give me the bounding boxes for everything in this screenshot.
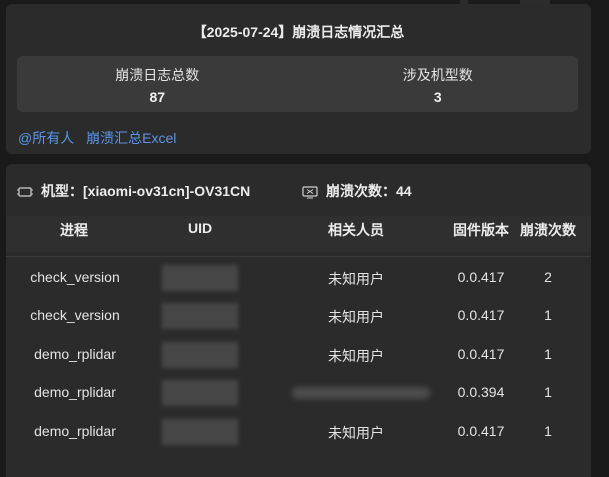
table-header: 进程 UID 相关人员 固件版本 崩溃次数	[6, 216, 591, 252]
cell-version: 0.0.417	[457, 307, 505, 323]
cell-count: 2	[544, 269, 552, 285]
header-count: 崩溃次数	[520, 222, 576, 238]
cell-count: 1	[544, 384, 552, 400]
uid-redacted	[162, 380, 238, 406]
cell-process: demo_rplidar	[34, 346, 116, 362]
table-body: check_version 未知用户 0.0.417 2 check_versi…	[6, 256, 591, 477]
cell-person: 未知用户	[328, 348, 384, 364]
stat-total-logs: 崩溃日志总数 87	[17, 56, 298, 112]
table-row: demo_rplidar 未知用户 0.0.417 1	[6, 413, 591, 451]
uid-redacted	[162, 303, 238, 329]
header-version: 固件版本	[453, 222, 509, 238]
stat-label: 涉及机型数	[402, 67, 473, 83]
device-card: 机型：[xiaomi-ov31cn]-OV31CN 崩溃次数：44 进程 UID…	[6, 164, 591, 477]
link-row: @所有人 崩溃汇总Excel	[18, 128, 184, 148]
cell-process: demo_rplidar	[34, 384, 116, 400]
cell-version: 0.0.417	[457, 346, 505, 362]
cell-count: 1	[544, 346, 552, 362]
table-row: demo_rplidar 0.0.394 1	[6, 374, 591, 412]
header-person: 相关人员	[328, 222, 384, 238]
cell-process: demo_rplidar	[34, 423, 116, 439]
mention-all-link[interactable]: @所有人	[18, 130, 74, 146]
cell-version: 0.0.417	[457, 269, 505, 285]
cell-process: check_version	[30, 269, 120, 285]
stat-label: 崩溃日志总数	[115, 67, 200, 83]
cell-version: 0.0.394	[457, 384, 505, 400]
cell-person: 未知用户	[328, 425, 384, 441]
summary-card: 【2025-07-24】崩溃日志情况汇总 崩溃日志总数 87 涉及机型数 3 @…	[6, 4, 591, 154]
cell-count: 1	[544, 423, 552, 439]
table-row: check_version 未知用户 0.0.417 1	[6, 297, 591, 335]
cell-person: 未知用户	[328, 271, 384, 287]
uid-redacted	[162, 342, 238, 368]
crash-count-text: 崩溃次数：44	[326, 183, 412, 199]
stat-value: 87	[149, 89, 166, 105]
model-text: 机型：[xiaomi-ov31cn]-OV31CN	[41, 183, 251, 199]
header-uid: UID	[188, 220, 213, 236]
uid-redacted	[162, 419, 238, 445]
cell-process: check_version	[30, 307, 120, 323]
table-row: check_version 未知用户 0.0.417 2	[6, 259, 591, 297]
crash-count-info: 崩溃次数：44	[302, 181, 412, 201]
stat-models: 涉及机型数 3	[298, 56, 579, 112]
header-process: 进程	[60, 222, 88, 238]
crash-excel-link[interactable]: 崩溃汇总Excel	[86, 130, 176, 146]
report-title: 【2025-07-24】崩溃日志情况汇总	[192, 24, 405, 40]
person-redacted	[292, 387, 430, 399]
monitor-crash-icon	[302, 186, 318, 199]
uid-redacted	[162, 265, 238, 291]
cell-count: 1	[544, 307, 552, 323]
chip-icon	[17, 187, 33, 197]
stats-panel: 崩溃日志总数 87 涉及机型数 3	[17, 56, 578, 112]
cell-person: 未知用户	[328, 309, 384, 325]
table-row: demo_rplidar 未知用户 0.0.417 1	[6, 336, 591, 374]
model-info: 机型：[xiaomi-ov31cn]-OV31CN	[17, 181, 250, 201]
cell-version: 0.0.417	[457, 423, 505, 439]
stat-value: 3	[433, 89, 442, 105]
